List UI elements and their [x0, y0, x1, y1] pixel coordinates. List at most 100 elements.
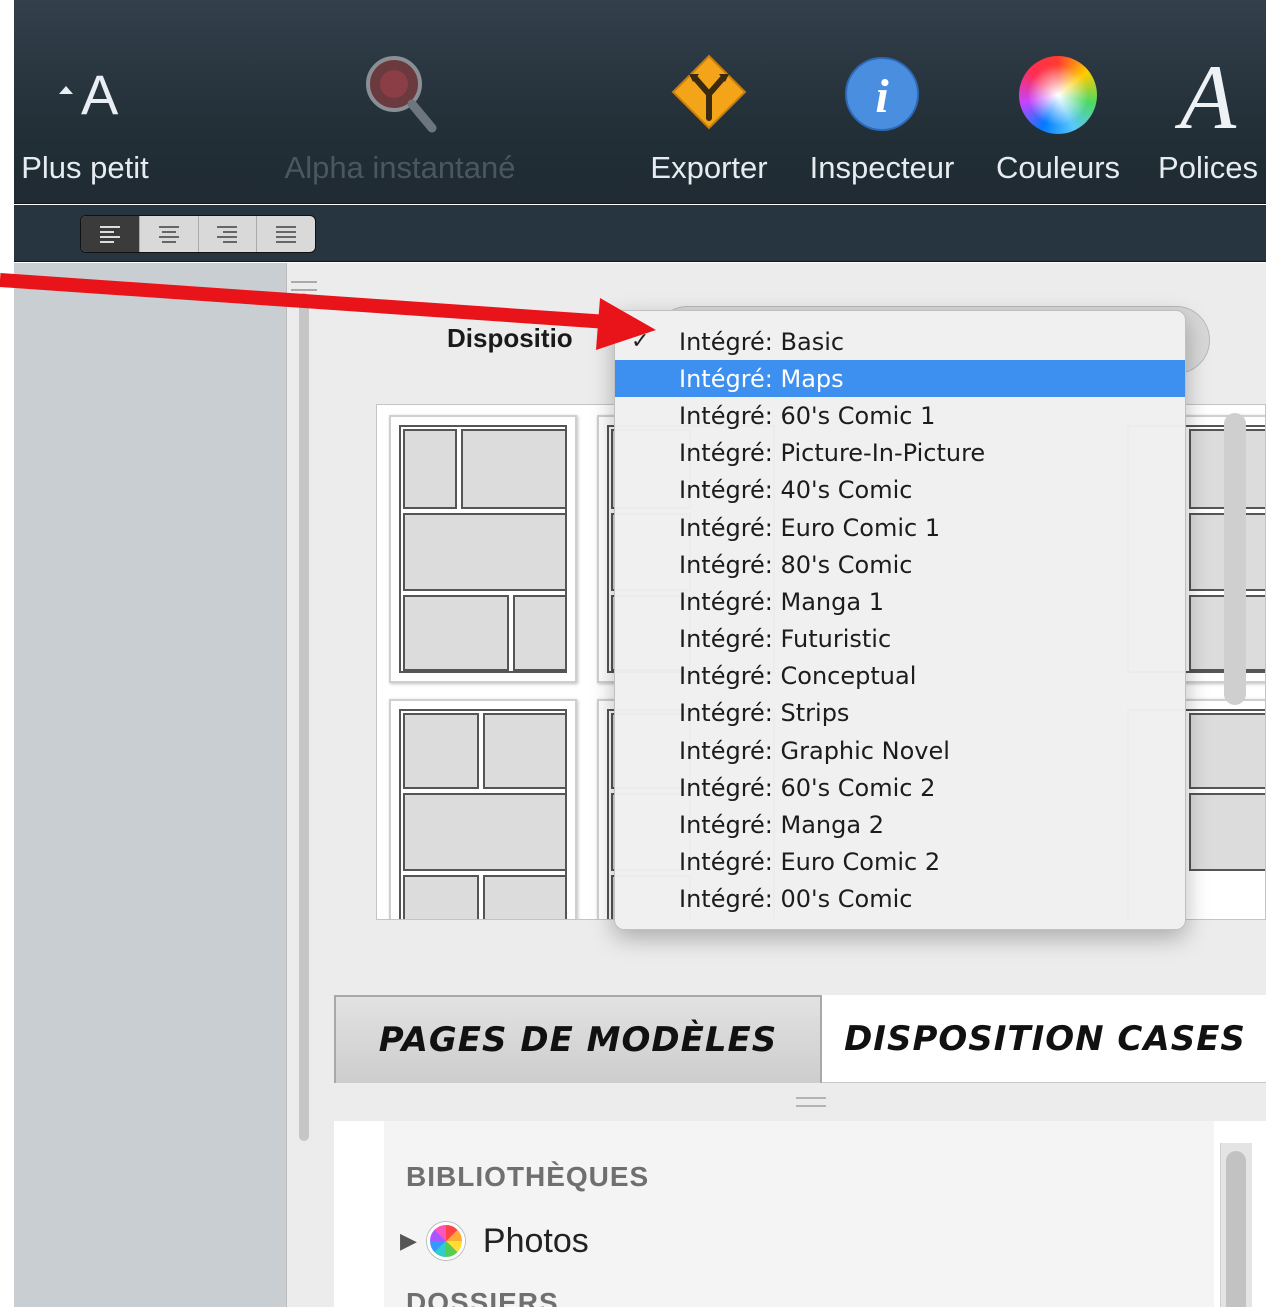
svg-text:i: i: [875, 70, 889, 123]
menu-item[interactable]: Intégré: Manga 1: [615, 583, 1185, 620]
library-item-photos[interactable]: ▶ Photos: [400, 1219, 589, 1263]
library-tabs: PAGES DE MODÈLES DISPOSITION CASES: [334, 995, 1266, 1083]
menu-item-label: Intégré: 80's Comic: [679, 550, 913, 579]
menu-item[interactable]: Intégré: Euro Comic 2: [615, 844, 1185, 881]
inspector-button[interactable]: i Inspecteur: [798, 0, 966, 204]
panel-cell: [483, 875, 567, 919]
smaller-font-label: Plus petit: [21, 150, 149, 185]
smaller-font-icon: A: [59, 63, 119, 126]
format-bar: [14, 205, 1266, 262]
sidebar-scrollbar[interactable]: [299, 293, 309, 1141]
fonts-label: Polices: [1158, 150, 1258, 185]
align-center-icon: [158, 226, 179, 243]
fonts-icon: A: [1174, 48, 1237, 138]
menu-item-label: Intégré: Manga 2: [679, 811, 884, 840]
panel-cell: [403, 713, 479, 789]
menu-item-label: Intégré: 00's Comic: [679, 885, 913, 914]
menu-item-label: Intégré: Basic: [679, 327, 845, 356]
tab-template-pages[interactable]: PAGES DE MODÈLES: [334, 995, 822, 1083]
tab-panel-layout[interactable]: DISPOSITION CASES: [824, 995, 1266, 1083]
menu-item-label: Intégré: Conceptual: [679, 662, 917, 691]
tab-template-pages-label: PAGES DE MODÈLES: [378, 1020, 778, 1060]
align-right-button[interactable]: [197, 216, 257, 252]
menu-item-label: Intégré: 60's Comic 2: [679, 773, 936, 802]
layout-thumbnail[interactable]: [389, 415, 577, 683]
fonts-button[interactable]: A Polices: [1140, 0, 1266, 204]
photos-icon: [426, 1222, 465, 1260]
thumbnail-page: [399, 425, 567, 673]
menu-item[interactable]: Intégré: Graphic Novel: [615, 732, 1185, 769]
media-browser: BIBLIOTHÈQUES ▶ Photos DOSSIERS: [334, 1121, 1266, 1307]
library-list: BIBLIOTHÈQUES ▶ Photos DOSSIERS: [384, 1121, 1214, 1307]
layout-thumbnail[interactable]: [389, 699, 577, 919]
resize-grip[interactable]: [796, 1097, 826, 1107]
disposition-dropdown-menu: ✓ Intégré: Basic Intégré: Maps Intégré: 60'…: [614, 310, 1186, 930]
folders-header: DOSSIERS: [406, 1287, 559, 1307]
panel-cell: [483, 713, 567, 789]
menu-item[interactable]: Intégré: 40's Comic: [615, 472, 1185, 509]
smaller-font-button[interactable]: A Plus petit: [0, 0, 170, 204]
export-button[interactable]: Exporter: [640, 0, 778, 204]
disposition-label: Dispositio: [447, 323, 573, 353]
inspector-icon: i: [845, 57, 919, 131]
menu-item-label: Intégré: Manga 1: [679, 587, 884, 616]
panel-cell: [403, 793, 567, 871]
menu-item[interactable]: Intégré: 60's Comic 2: [615, 769, 1185, 806]
align-center-button[interactable]: [138, 216, 198, 252]
panel-cell: [403, 513, 567, 591]
menu-item[interactable]: Intégré: 60's Comic 1: [615, 397, 1185, 434]
instant-alpha-label: Alpha instantané: [284, 150, 516, 185]
panel-cell: [1189, 713, 1265, 789]
browser-scrollbar[interactable]: [1220, 1143, 1252, 1307]
menu-item[interactable]: Intégré: 80's Comic: [615, 546, 1185, 583]
colors-button[interactable]: Couleurs: [986, 0, 1130, 204]
align-left-icon: [99, 226, 120, 243]
toolbar: A Plus petit Alpha instantané Exporter i…: [14, 0, 1266, 204]
library-item-label: Photos: [482, 1221, 589, 1260]
panel-cell: [403, 595, 509, 671]
menu-item[interactable]: Intégré: Picture-In-Picture: [615, 435, 1185, 472]
menu-item[interactable]: Intégré: Futuristic: [615, 621, 1185, 658]
menu-item-label: Intégré: Graphic Novel: [679, 736, 950, 765]
alignment-segmented-control: [80, 215, 316, 253]
menu-item[interactable]: Intégré: Conceptual: [615, 658, 1185, 695]
menu-item-label: Intégré: 40's Comic: [679, 476, 913, 505]
layouts-scrollbar[interactable]: [1224, 413, 1246, 705]
menu-item[interactable]: ✓ Intégré: Basic: [615, 323, 1185, 360]
menu-item[interactable]: Intégré: Maps: [615, 360, 1185, 398]
menu-item[interactable]: Intégré: Euro Comic 1: [615, 509, 1185, 546]
instant-alpha-icon: [366, 56, 437, 133]
svg-text:A: A: [81, 63, 119, 126]
panel-cell: [513, 595, 567, 671]
menu-item[interactable]: Intégré: 00's Comic: [615, 881, 1185, 918]
split-view-divider[interactable]: [286, 263, 334, 1307]
panel-cell: [403, 429, 457, 509]
menu-item[interactable]: Intégré: Strips: [615, 695, 1185, 732]
svg-text:A: A: [1174, 48, 1237, 138]
menu-item-label: Intégré: Maps: [679, 364, 844, 393]
menu-item[interactable]: Intégré: Manga 2: [615, 806, 1185, 843]
instant-alpha-button[interactable]: Alpha instantané: [264, 0, 536, 204]
menu-item-label: Intégré: Strips: [679, 699, 850, 728]
libraries-header: BIBLIOTHÈQUES: [406, 1161, 650, 1192]
panel-cell: [403, 875, 479, 919]
justify-button[interactable]: [256, 216, 315, 252]
colors-label: Couleurs: [995, 150, 1121, 185]
colors-icon: [1019, 56, 1097, 134]
menu-item-label: Intégré: 60's Comic 1: [679, 401, 936, 430]
checkmark-icon: ✓: [631, 329, 650, 354]
menu-item-label: Intégré: Euro Comic 1: [679, 513, 941, 542]
splitter-grip[interactable]: [291, 281, 317, 291]
panel-cell: [1189, 793, 1265, 871]
align-left-button[interactable]: [81, 216, 139, 252]
justify-icon: [276, 226, 297, 243]
tab-panel-layout-label: DISPOSITION CASES: [844, 1019, 1246, 1059]
browser-scroll-thumb[interactable]: [1226, 1151, 1246, 1307]
export-icon: [671, 54, 747, 130]
left-sidebar: [14, 263, 286, 1307]
menu-item-label: Intégré: Picture-In-Picture: [679, 439, 986, 468]
menu-item-label: Intégré: Euro Comic 2: [679, 848, 941, 877]
align-right-icon: [217, 226, 238, 243]
export-label: Exporter: [650, 150, 768, 185]
disclosure-triangle-icon[interactable]: ▶: [400, 1228, 417, 1254]
